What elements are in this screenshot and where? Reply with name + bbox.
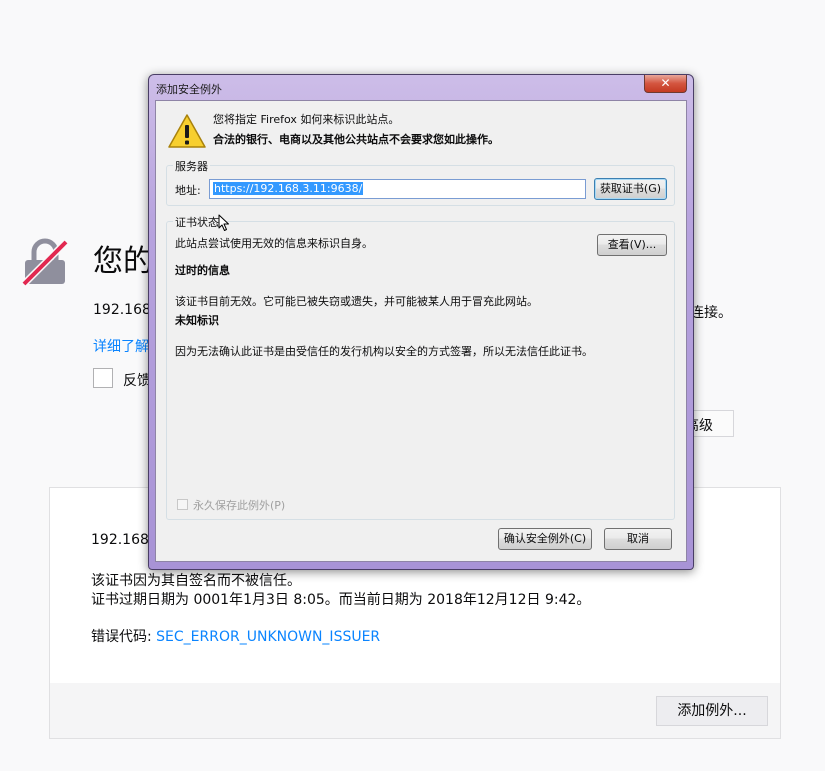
view-button[interactable]: 查看(V)... (597, 234, 667, 256)
unknown-identity-heading: 未知标识 (175, 314, 219, 327)
address-label: 地址: (175, 184, 201, 197)
warning-triangle-icon (168, 114, 206, 148)
error-description: 192.168. (93, 302, 156, 318)
confirm-exception-button[interactable]: 确认安全例外(C) (498, 528, 592, 550)
cancel-button[interactable]: 取消 (604, 528, 672, 550)
lock-broken-icon (22, 238, 68, 286)
page-title: 您的 (93, 244, 153, 279)
permanent-exception-label: 永久保存此例外(P) (193, 499, 286, 512)
warning-line1: 您将指定 Firefox 如何来标识此站点。 (213, 113, 400, 126)
mouse-cursor-icon (218, 214, 229, 231)
learn-more-link[interactable]: 详细了解 (93, 336, 149, 356)
address-input-value: https://192.168.3.11:9638/ (213, 182, 364, 195)
cert-status-text: 此站点尝试使用无效的信息来标识自身。 (175, 237, 373, 250)
cert-status-label: 证书状态 (173, 214, 221, 230)
report-label: 反馈 (123, 373, 151, 389)
warning-line2: 合法的银行、电商以及其他公共站点不会要求您如此操作。 (213, 133, 499, 146)
advanced-line-expiry: 证书过期日期为 0001年1月3日 8:05。而当前日期为 2018年12月12… (91, 592, 591, 608)
add-exception-button[interactable]: 添加例外... (656, 696, 768, 726)
address-input[interactable]: https://192.168.3.11:9638/ (209, 179, 586, 199)
cert-status-groupbox (166, 221, 675, 520)
error-code-row: 错误代码: SEC_ERROR_UNKNOWN_ISSUER (91, 626, 380, 646)
dialog-body: 您将指定 Firefox 如何来标识此站点。 合法的银行、电商以及其他公共站点不… (155, 100, 687, 562)
permanent-exception-checkbox[interactable] (177, 499, 188, 510)
error-description-tail: 连接。 (690, 305, 732, 321)
advanced-host: 192.168. (91, 532, 154, 548)
expired-heading: 过时的信息 (175, 264, 230, 277)
add-security-exception-dialog: 添加安全例外 ✕ 您将指定 Firefox 如何来标识此站点。 合法的银行、电商… (148, 74, 694, 570)
report-checkbox[interactable] (93, 368, 113, 388)
close-icon[interactable]: ✕ (644, 75, 687, 93)
unknown-identity-text: 因为无法确认此证书是由受信任的发行机构以安全的方式签署，所以无法信任此证书。 (175, 345, 593, 358)
error-code-link[interactable]: SEC_ERROR_UNKNOWN_ISSUER (156, 629, 380, 645)
server-group-label: 服务器 (173, 158, 210, 174)
get-certificate-button[interactable]: 获取证书(G) (594, 178, 667, 200)
expired-text: 该证书目前无效。它可能已被失窃或遗失，并可能被某人用于冒充此网站。 (175, 295, 538, 308)
advanced-line-self-signed: 该证书因为其自签名而不被信任。 (91, 573, 301, 589)
dialog-title: 添加安全例外 (156, 83, 222, 96)
error-code-label: 错误代码: (91, 629, 157, 645)
